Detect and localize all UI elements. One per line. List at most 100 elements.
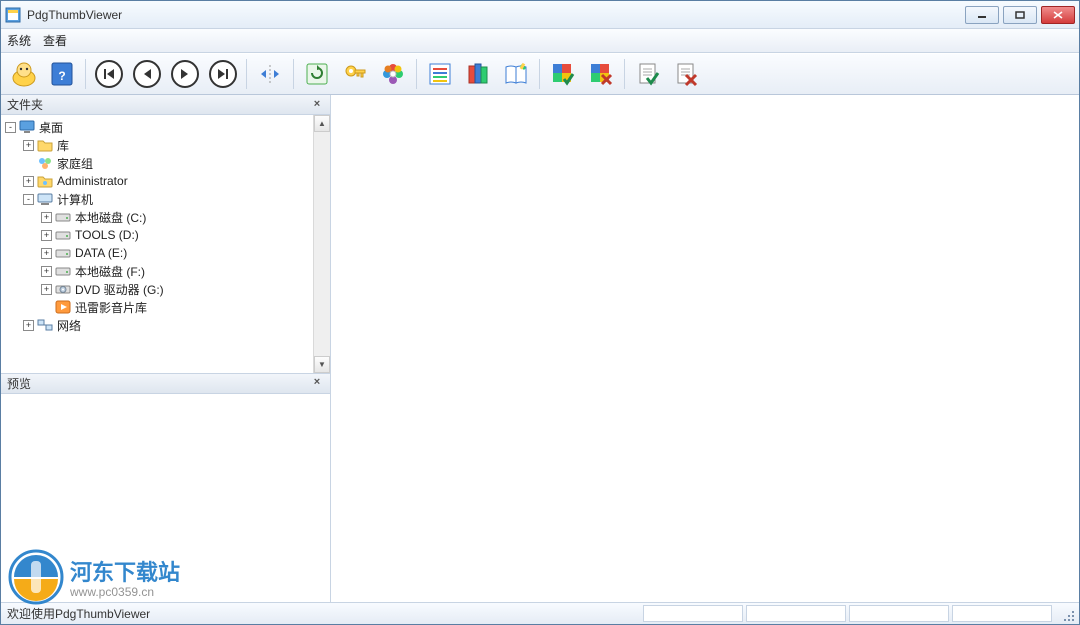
toggle-spacer [23,158,34,169]
book-open-button[interactable] [499,57,533,91]
nav-next-icon [171,60,199,88]
compress-icon [257,61,283,87]
toolbar: ? [1,53,1079,95]
tree-item[interactable]: + DVD 驱动器 (G:) [1,280,313,298]
app-icon [5,7,21,23]
drive-icon [55,263,71,279]
toolbar-separator [624,59,625,89]
list-button[interactable] [423,57,457,91]
tree-item-label: 网络 [57,317,81,334]
books-icon [465,61,491,87]
toolbar-separator [539,59,540,89]
tree-item-label: 本地磁盘 (C:) [75,209,146,226]
tree-item[interactable]: - 桌面 [1,118,313,136]
folders-panel-close[interactable]: × [310,98,324,112]
expand-toggle[interactable]: + [41,266,52,277]
toolbar-separator [293,59,294,89]
homegroup-icon [37,155,53,171]
expand-toggle[interactable]: + [41,212,52,223]
nav-prev-button[interactable] [130,57,164,91]
status-cell-2 [746,605,846,622]
expand-toggle[interactable]: + [23,140,34,151]
folder-tree-wrap: - 桌面+库家庭组+Administrator-计算机 + 本地磁盘 (C:) + TOO… [1,115,330,374]
nav-last-button[interactable] [206,57,240,91]
menu-view[interactable]: 查看 [43,32,67,49]
tree-item-label: TOOLS (D:) [75,228,139,242]
preview-panel-header: 预览 × [1,374,330,394]
maximize-button[interactable] [1003,6,1037,24]
scroll-up-icon[interactable]: ▲ [314,115,330,132]
tree-item[interactable]: 家庭组 [1,154,313,172]
menu-system[interactable]: 系统 [7,32,31,49]
tree-item[interactable]: + 本地磁盘 (C:) [1,208,313,226]
user-icon [10,60,38,88]
tree-item-label: DVD 驱动器 (G:) [75,281,164,298]
computer-icon [37,191,53,207]
refresh-button[interactable] [300,57,334,91]
tree-item[interactable]: 迅雷影音片库 [1,298,313,316]
minimize-button[interactable] [965,6,999,24]
expand-toggle[interactable]: + [41,230,52,241]
resize-grip-icon[interactable] [1058,605,1076,623]
status-cell-1 [643,605,743,622]
key-button[interactable] [338,57,372,91]
puzzle-delete-button[interactable] [584,57,618,91]
doc-delete-icon [673,61,699,87]
folder-icon [37,137,53,153]
toolbar-separator [246,59,247,89]
tree-item-label: DATA (E:) [75,246,127,260]
status-cell-4 [952,605,1052,622]
expand-toggle[interactable]: + [41,284,52,295]
tree-item[interactable]: + DATA (E:) [1,244,313,262]
tree-item[interactable]: +Administrator [1,172,313,190]
app-window: PdgThumbViewer 系统 查看 ? [0,0,1080,625]
status-text: 欢迎使用PdgThumbViewer [1,605,643,622]
svg-text:?: ? [58,69,65,83]
drive-icon [55,209,71,225]
main-view [331,95,1079,602]
books-button[interactable] [461,57,495,91]
preview-panel-title: 预览 [7,375,31,392]
compress-button[interactable] [253,57,287,91]
help-icon: ? [48,60,76,88]
tree-item-label: 迅雷影音片库 [75,299,147,316]
expand-toggle[interactable]: + [23,320,34,331]
book-open-icon [503,61,529,87]
nav-first-button[interactable] [92,57,126,91]
tree-item[interactable]: +本地磁盘 (F:) [1,262,313,280]
doc-delete-button[interactable] [669,57,703,91]
tree-item[interactable]: + TOOLS (D:) [1,226,313,244]
collapse-toggle[interactable]: - [5,122,16,133]
body: 文件夹 × -桌面+库家庭组+Administrator-计算机+本地磁盘 (C… [1,95,1079,602]
key-icon [342,61,368,87]
puzzle-delete-icon [588,61,614,87]
tree-item[interactable]: -计算机 [1,190,313,208]
user-button[interactable] [7,57,41,91]
user-folder-icon [37,173,53,189]
tree-item-label: 桌面 [39,119,63,136]
menubar: 系统 查看 [1,29,1079,53]
tree-item[interactable]: +库 [1,136,313,154]
refresh-icon [304,61,330,87]
tree-item[interactable]: + 网络 [1,316,313,334]
preview-panel-close[interactable]: × [310,376,324,390]
close-button[interactable] [1041,6,1075,24]
doc-check-button[interactable] [631,57,665,91]
expand-toggle[interactable]: + [41,248,52,259]
tree-scrollbar[interactable]: ▲ ▼ [313,115,330,373]
expand-toggle[interactable]: + [23,176,34,187]
preview-pane [1,394,330,602]
toolbar-separator [416,59,417,89]
puzzle-check-button[interactable] [546,57,580,91]
statusbar: 欢迎使用PdgThumbViewer [1,602,1079,624]
media-icon [55,299,71,315]
nav-next-button[interactable] [168,57,202,91]
scroll-down-icon[interactable]: ▼ [314,356,330,373]
folder-tree[interactable]: - 桌面+库家庭组+Administrator-计算机 + 本地磁盘 (C:) + TOO… [1,115,313,373]
help-button[interactable]: ? [45,57,79,91]
drive-icon [55,245,71,261]
list-icon [427,61,453,87]
scroll-track[interactable] [314,132,330,356]
collapse-toggle[interactable]: - [23,194,34,205]
color-button[interactable] [376,57,410,91]
